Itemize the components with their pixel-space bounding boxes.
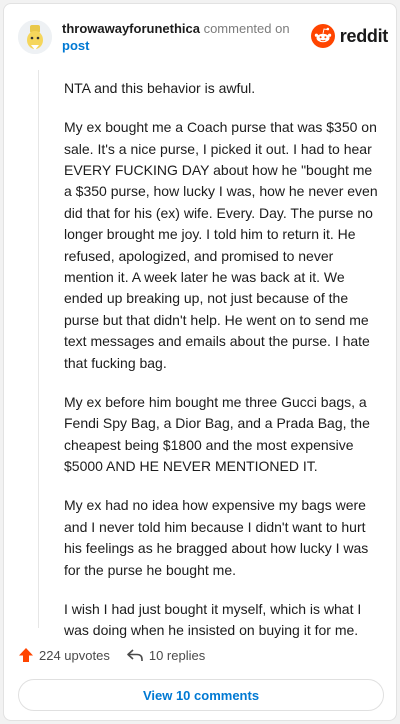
comment-paragraph: My ex bought me a Coach purse that was $…	[64, 119, 378, 371]
avatar[interactable]	[18, 20, 52, 54]
comment-paragraph: NTA and this behavior is awful.	[64, 80, 256, 96]
reply-arrow-icon	[127, 649, 143, 661]
reply-button[interactable]: 10 replies	[126, 647, 205, 663]
comment-body: NTA and this behavior is awful. My ex bo…	[64, 78, 378, 659]
comment-paragraph: My ex had no idea how expensive my bags …	[64, 497, 369, 578]
comment-card: throwawayforunethica commented on post r…	[3, 3, 397, 721]
reply-count: 10 replies	[148, 647, 206, 663]
author-username[interactable]: throwawayforunethica	[62, 21, 200, 36]
upvote-count: 224 upvotes	[39, 647, 110, 663]
comment-meta: throwawayforunethica commented on post	[62, 20, 312, 54]
reddit-logo-icon	[310, 24, 335, 48]
avatar-image	[18, 20, 52, 54]
view-comments-button[interactable]: View 10 comments	[18, 679, 384, 711]
upvote-arrow-icon	[19, 648, 33, 662]
comment-paragraph: My ex before him bought me three Gucci b…	[64, 393, 370, 475]
reddit-wordmark: reddit	[339, 25, 389, 46]
comment-actions: 224 upvotes 10 replies	[18, 644, 205, 666]
comment-paragraph: I wish I had just bought it myself, whic…	[64, 600, 362, 639]
upvote-button[interactable]: 224 upvotes	[18, 647, 110, 663]
thread-line[interactable]	[38, 70, 39, 628]
post-link[interactable]: post	[62, 38, 89, 53]
reddit-logo[interactable]: reddit	[310, 24, 389, 48]
comment-header: throwawayforunethica commented on post r…	[18, 16, 388, 60]
commented-on-text: commented on	[199, 21, 290, 36]
